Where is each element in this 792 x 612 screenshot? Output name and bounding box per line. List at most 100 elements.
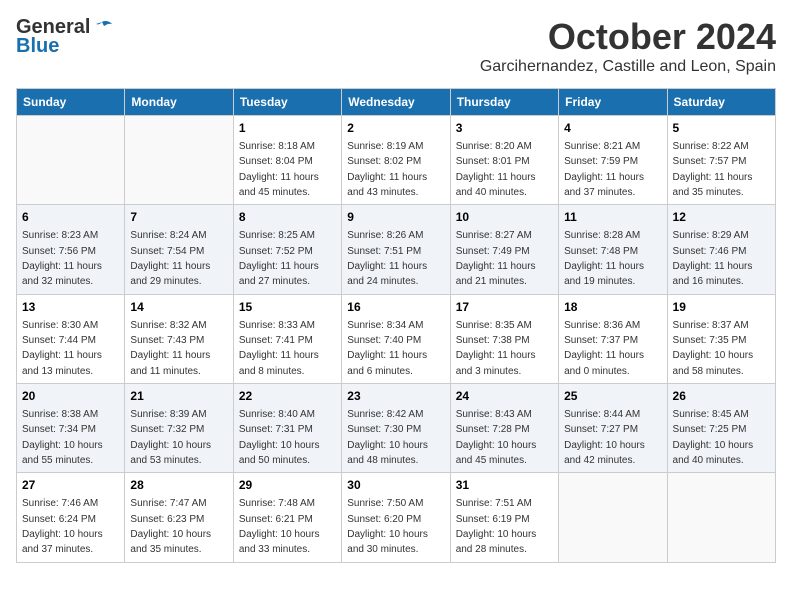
day-info: Sunrise: 7:48 AMSunset: 6:21 PMDaylight:… <box>239 498 320 555</box>
day-info: Sunrise: 8:19 AMSunset: 8:02 PMDaylight:… <box>347 141 427 198</box>
calendar-cell <box>125 116 233 205</box>
day-info: Sunrise: 8:26 AMSunset: 7:51 PMDaylight:… <box>347 230 427 287</box>
weekday-header-wednesday: Wednesday <box>342 89 450 116</box>
calendar-week-row: 20 Sunrise: 8:38 AMSunset: 7:34 PMDayligh… <box>17 384 776 473</box>
calendar-cell: 15Sunrise: 8:33 AMSunset: 7:41 PMDayligh… <box>233 294 341 383</box>
calendar-cell: 6 Sunrise: 8:23 AMSunset: 7:56 PMDaylight… <box>17 205 125 294</box>
calendar-cell: 11 Sunrise: 8:28 AMSunset: 7:48 PMDayligh… <box>559 205 667 294</box>
day-number: 6 <box>22 209 119 226</box>
day-number: 9 <box>347 209 444 226</box>
calendar-cell: 13Sunrise: 8:30 AMSunset: 7:44 PMDayligh… <box>17 294 125 383</box>
calendar-week-row: 1 Sunrise: 8:18 AMSunset: 8:04 PMDaylight… <box>17 116 776 205</box>
calendar-cell: 1 Sunrise: 8:18 AMSunset: 8:04 PMDaylight… <box>233 116 341 205</box>
calendar-cell <box>17 116 125 205</box>
calendar-cell: 20 Sunrise: 8:38 AMSunset: 7:34 PMDayligh… <box>17 384 125 473</box>
day-info: Sunrise: 8:24 AMSunset: 7:54 PMDaylight:… <box>130 230 210 287</box>
day-info: Sunrise: 8:30 AMSunset: 7:44 PMDaylight:… <box>22 320 102 377</box>
calendar-cell: 24Sunrise: 8:43 AMSunset: 7:28 PMDayligh… <box>450 384 558 473</box>
day-number: 23 <box>347 388 444 405</box>
calendar-body: 1 Sunrise: 8:18 AMSunset: 8:04 PMDaylight… <box>17 116 776 563</box>
day-number: 20 <box>22 388 119 405</box>
day-number: 28 <box>130 477 227 494</box>
day-info: Sunrise: 7:50 AMSunset: 6:20 PMDaylight:… <box>347 498 428 555</box>
calendar-cell <box>667 473 775 562</box>
day-number: 4 <box>564 120 661 137</box>
day-info: Sunrise: 8:42 AMSunset: 7:30 PMDaylight:… <box>347 409 428 466</box>
title-section: October 2024 Garcihernandez, Castille an… <box>480 16 776 76</box>
day-number: 11 <box>564 209 661 226</box>
day-number: 8 <box>239 209 336 226</box>
day-info: Sunrise: 7:46 AMSunset: 6:24 PMDaylight:… <box>22 498 103 555</box>
calendar-cell: 28 Sunrise: 7:47 AMSunset: 6:23 PMDayligh… <box>125 473 233 562</box>
day-number: 14 <box>130 299 227 316</box>
day-number: 12 <box>673 209 770 226</box>
calendar-cell: 4 Sunrise: 8:21 AMSunset: 7:59 PMDaylight… <box>559 116 667 205</box>
calendar-cell: 7Sunrise: 8:24 AMSunset: 7:54 PMDaylight… <box>125 205 233 294</box>
day-info: Sunrise: 8:39 AMSunset: 7:32 PMDaylight:… <box>130 409 211 466</box>
calendar-cell: 2 Sunrise: 8:19 AMSunset: 8:02 PMDaylight… <box>342 116 450 205</box>
calendar-cell <box>559 473 667 562</box>
weekday-header-tuesday: Tuesday <box>233 89 341 116</box>
day-number: 29 <box>239 477 336 494</box>
day-info: Sunrise: 8:21 AMSunset: 7:59 PMDaylight:… <box>564 141 644 198</box>
logo-blue: Blue <box>16 35 59 58</box>
calendar-cell: 17 Sunrise: 8:35 AMSunset: 7:38 PMDayligh… <box>450 294 558 383</box>
day-number: 2 <box>347 120 444 137</box>
day-number: 25 <box>564 388 661 405</box>
day-info: Sunrise: 7:47 AMSunset: 6:23 PMDaylight:… <box>130 498 211 555</box>
day-info: Sunrise: 8:40 AMSunset: 7:31 PMDaylight:… <box>239 409 320 466</box>
calendar-cell: 10Sunrise: 8:27 AMSunset: 7:49 PMDayligh… <box>450 205 558 294</box>
calendar-cell: 30 Sunrise: 7:50 AMSunset: 6:20 PMDayligh… <box>342 473 450 562</box>
calendar-cell: 9 Sunrise: 8:26 AMSunset: 7:51 PMDaylight… <box>342 205 450 294</box>
day-info: Sunrise: 8:18 AMSunset: 8:04 PMDaylight:… <box>239 141 319 198</box>
day-number: 5 <box>673 120 770 137</box>
day-info: Sunrise: 8:23 AMSunset: 7:56 PMDaylight:… <box>22 230 102 287</box>
calendar-cell: 14 Sunrise: 8:32 AMSunset: 7:43 PMDayligh… <box>125 294 233 383</box>
weekday-header-saturday: Saturday <box>667 89 775 116</box>
day-number: 3 <box>456 120 553 137</box>
day-info: Sunrise: 8:44 AMSunset: 7:27 PMDaylight:… <box>564 409 645 466</box>
day-number: 31 <box>456 477 553 494</box>
logo: General Blue <box>16 16 112 58</box>
logo-bird-icon <box>92 20 112 36</box>
calendar-header-row: SundayMondayTuesdayWednesdayThursdayFrid… <box>17 89 776 116</box>
day-number: 15 <box>239 299 336 316</box>
day-number: 1 <box>239 120 336 137</box>
day-info: Sunrise: 8:29 AMSunset: 7:46 PMDaylight:… <box>673 230 753 287</box>
calendar-cell: 3 Sunrise: 8:20 AMSunset: 8:01 PMDaylight… <box>450 116 558 205</box>
day-info: Sunrise: 7:51 AMSunset: 6:19 PMDaylight:… <box>456 498 537 555</box>
calendar-cell: 16 Sunrise: 8:34 AMSunset: 7:40 PMDayligh… <box>342 294 450 383</box>
weekday-header-friday: Friday <box>559 89 667 116</box>
calendar-cell: 23 Sunrise: 8:42 AMSunset: 7:30 PMDayligh… <box>342 384 450 473</box>
day-number: 17 <box>456 299 553 316</box>
day-info: Sunrise: 8:20 AMSunset: 8:01 PMDaylight:… <box>456 141 536 198</box>
day-info: Sunrise: 8:25 AMSunset: 7:52 PMDaylight:… <box>239 230 319 287</box>
calendar-cell: 5 Sunrise: 8:22 AMSunset: 7:57 PMDaylight… <box>667 116 775 205</box>
day-info: Sunrise: 8:27 AMSunset: 7:49 PMDaylight:… <box>456 230 536 287</box>
day-info: Sunrise: 8:32 AMSunset: 7:43 PMDaylight:… <box>130 320 210 377</box>
calendar-cell: 12 Sunrise: 8:29 AMSunset: 7:46 PMDayligh… <box>667 205 775 294</box>
calendar-cell: 21 Sunrise: 8:39 AMSunset: 7:32 PMDayligh… <box>125 384 233 473</box>
day-info: Sunrise: 8:28 AMSunset: 7:48 PMDaylight:… <box>564 230 644 287</box>
day-number: 18 <box>564 299 661 316</box>
weekday-header-sunday: Sunday <box>17 89 125 116</box>
month-title: October 2024 <box>480 16 776 58</box>
day-info: Sunrise: 8:38 AMSunset: 7:34 PMDaylight:… <box>22 409 103 466</box>
day-number: 30 <box>347 477 444 494</box>
day-info: Sunrise: 8:35 AMSunset: 7:38 PMDaylight:… <box>456 320 536 377</box>
location-title: Garcihernandez, Castille and Leon, Spain <box>480 58 776 76</box>
day-number: 21 <box>130 388 227 405</box>
calendar-week-row: 27Sunrise: 7:46 AMSunset: 6:24 PMDayligh… <box>17 473 776 562</box>
day-info: Sunrise: 8:34 AMSunset: 7:40 PMDaylight:… <box>347 320 427 377</box>
calendar-table: SundayMondayTuesdayWednesdayThursdayFrid… <box>16 88 776 563</box>
calendar-cell: 27Sunrise: 7:46 AMSunset: 6:24 PMDayligh… <box>17 473 125 562</box>
day-number: 16 <box>347 299 444 316</box>
calendar-cell: 18 Sunrise: 8:36 AMSunset: 7:37 PMDayligh… <box>559 294 667 383</box>
calendar-cell: 29 Sunrise: 7:48 AMSunset: 6:21 PMDayligh… <box>233 473 341 562</box>
day-info: Sunrise: 8:45 AMSunset: 7:25 PMDaylight:… <box>673 409 754 466</box>
day-info: Sunrise: 8:36 AMSunset: 7:37 PMDaylight:… <box>564 320 644 377</box>
calendar-week-row: 6 Sunrise: 8:23 AMSunset: 7:56 PMDaylight… <box>17 205 776 294</box>
calendar-cell: 31 Sunrise: 7:51 AMSunset: 6:19 PMDayligh… <box>450 473 558 562</box>
day-info: Sunrise: 8:43 AMSunset: 7:28 PMDaylight:… <box>456 409 537 466</box>
day-info: Sunrise: 8:22 AMSunset: 7:57 PMDaylight:… <box>673 141 753 198</box>
